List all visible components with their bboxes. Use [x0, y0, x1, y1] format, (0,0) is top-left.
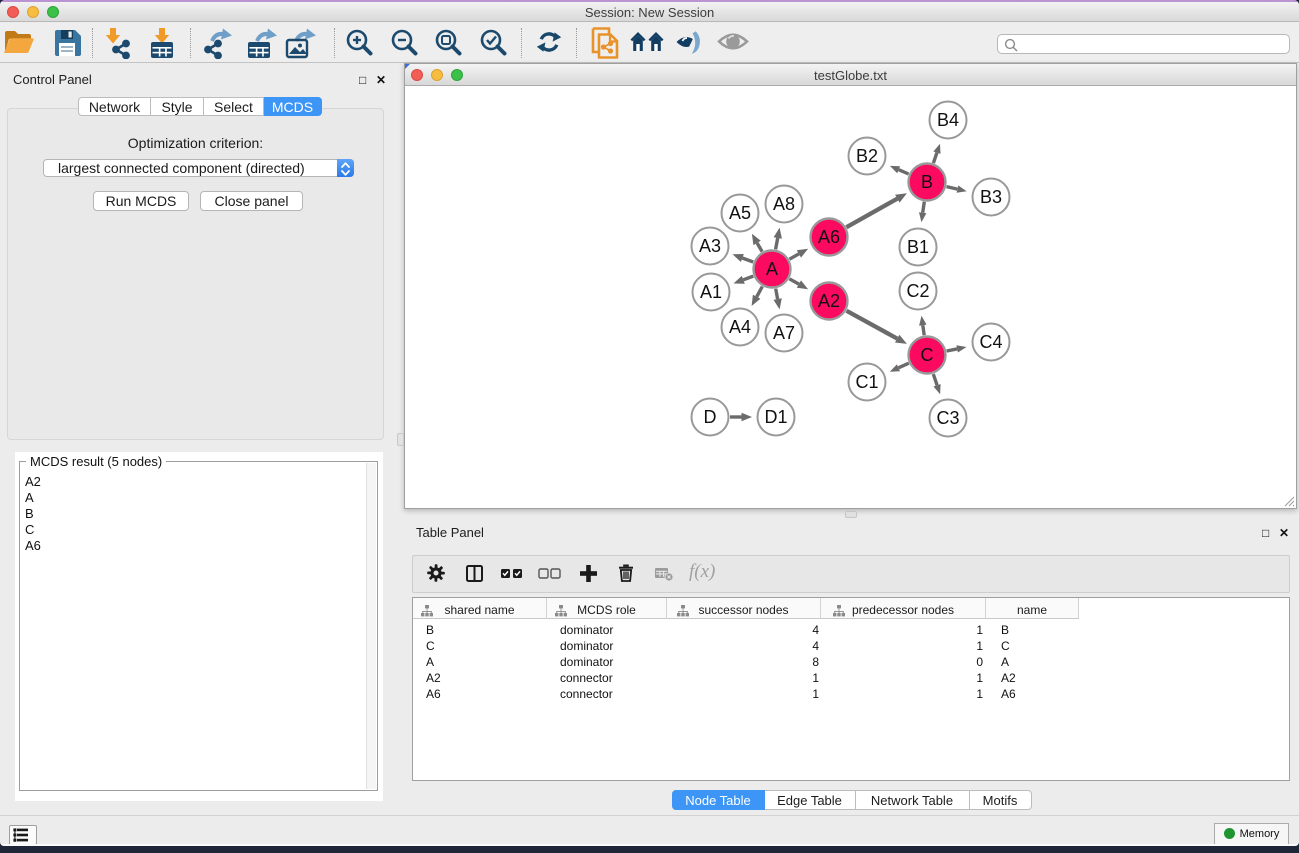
svg-text:B3: B3 [980, 187, 1002, 207]
svg-text:B2: B2 [856, 146, 878, 166]
svg-text:C3: C3 [936, 408, 959, 428]
svg-text:B: B [921, 172, 933, 192]
svg-text:B1: B1 [907, 237, 929, 257]
svg-text:A4: A4 [729, 317, 751, 337]
svg-text:A6: A6 [818, 227, 840, 247]
svg-text:C: C [921, 345, 934, 365]
svg-text:A5: A5 [729, 203, 751, 223]
svg-text:A7: A7 [773, 323, 795, 343]
svg-text:A: A [766, 259, 778, 279]
svg-text:A3: A3 [699, 236, 721, 256]
svg-text:A2: A2 [818, 291, 840, 311]
svg-text:D: D [704, 407, 717, 427]
svg-text:A1: A1 [700, 282, 722, 302]
svg-text:C2: C2 [906, 281, 929, 301]
svg-text:C1: C1 [855, 372, 878, 392]
svg-text:A8: A8 [773, 194, 795, 214]
svg-text:B4: B4 [937, 110, 959, 130]
svg-text:C4: C4 [979, 332, 1002, 352]
svg-text:D1: D1 [764, 407, 787, 427]
